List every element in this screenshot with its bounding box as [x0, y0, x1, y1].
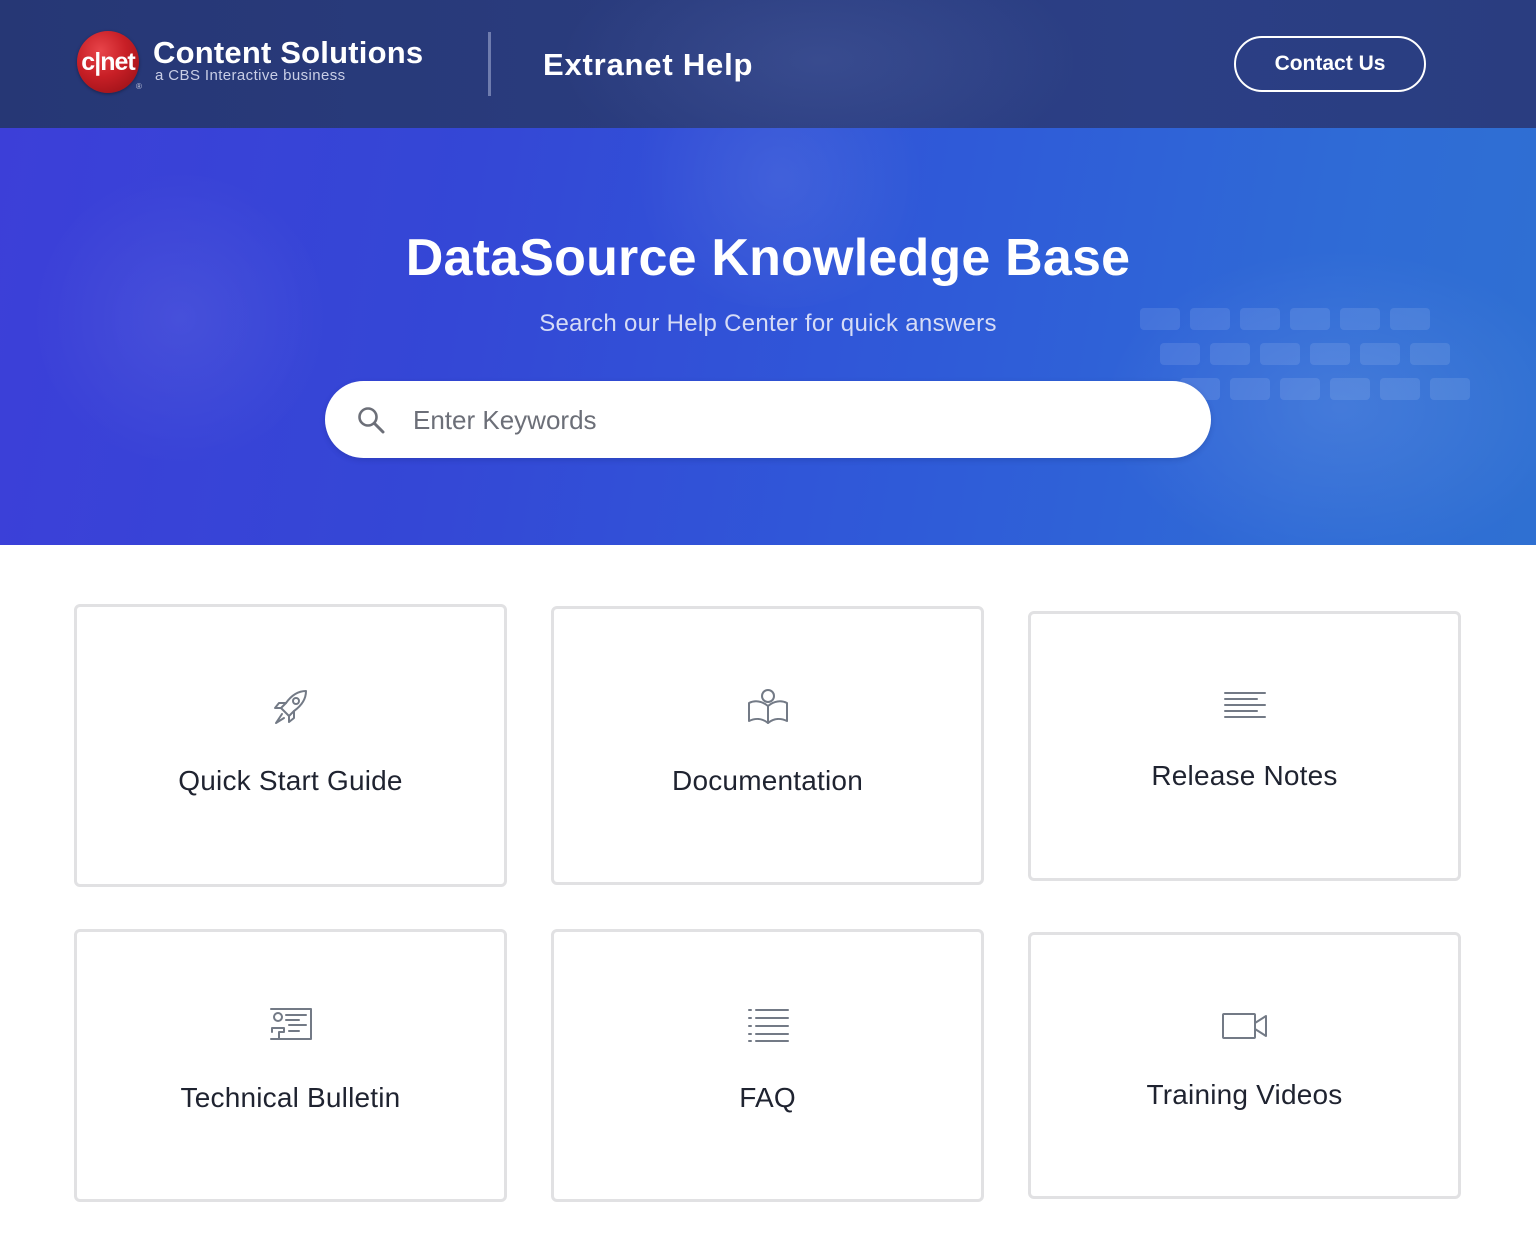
list-icon	[747, 1009, 789, 1042]
card-training-videos[interactable]: Training Videos	[1028, 932, 1461, 1199]
card-label: FAQ	[739, 1082, 796, 1113]
card-release-notes[interactable]: Release Notes	[1028, 611, 1461, 881]
card-faq[interactable]: FAQ	[551, 929, 984, 1202]
search-input[interactable]	[413, 395, 1173, 445]
text-lines-icon	[1223, 692, 1266, 718]
page-title: DataSource Knowledge Base	[405, 229, 1131, 287]
site-title[interactable]: Extranet Help	[543, 47, 753, 83]
header-divider	[488, 32, 491, 96]
search-bar[interactable]	[325, 381, 1211, 458]
card-quick-start-guide[interactable]: Quick Start Guide	[74, 604, 507, 887]
card-documentation[interactable]: Documentation	[551, 606, 984, 885]
top-nav-bar: c|net ® Content Solutions a CBS Interact…	[0, 0, 1536, 128]
card-technical-bulletin[interactable]: Technical Bulletin	[74, 929, 507, 1202]
bulletin-icon	[269, 1008, 312, 1040]
rocket-icon	[273, 690, 307, 724]
card-label: Release Notes	[1151, 760, 1338, 791]
card-label: Quick Start Guide	[178, 765, 403, 796]
card-label: Training Videos	[1146, 1079, 1343, 1110]
brand-name[interactable]: Content Solutions	[153, 35, 423, 71]
search-icon[interactable]	[356, 405, 386, 435]
cnet-logo[interactable]: c|net	[77, 31, 139, 93]
video-camera-icon	[1221, 1013, 1267, 1039]
contact-us-button[interactable]: Contact Us	[1234, 36, 1426, 92]
open-book-icon	[747, 689, 788, 724]
page-subtitle: Search our Help Center for quick answers	[539, 310, 997, 337]
card-label: Technical Bulletin	[180, 1082, 401, 1113]
hero-banner: DataSource Knowledge Base Search our Hel…	[0, 128, 1536, 545]
card-label: Documentation	[672, 765, 863, 796]
logo-text: c|net	[81, 47, 135, 76]
registered-mark: ®	[136, 82, 142, 91]
brand-tagline: a CBS Interactive business	[155, 67, 346, 84]
